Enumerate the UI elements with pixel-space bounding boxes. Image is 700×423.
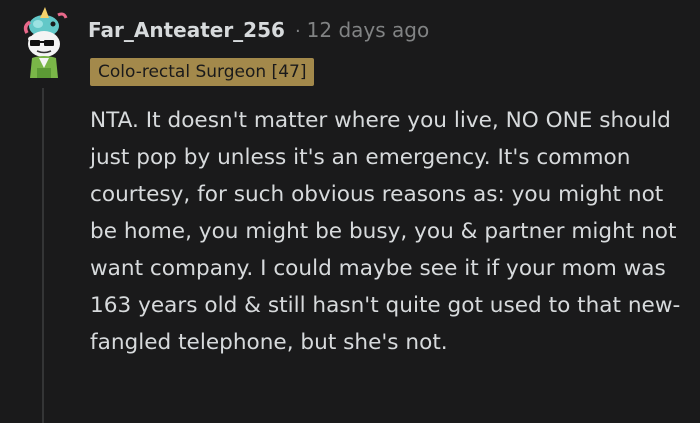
comment-meta: Far_Anteater_256 · 12 days ago (88, 18, 429, 42)
user-flair: Colo-rectal Surgeon [47] (90, 58, 315, 86)
author-username[interactable]: Far_Anteater_256 (88, 18, 285, 42)
snoo-avatar-icon (23, 7, 68, 78)
meta-separator: · (294, 21, 301, 42)
comment: Far_Anteater_256 · 12 days ago Colo-rect… (0, 0, 700, 423)
thread-collapse-line[interactable] (42, 88, 44, 423)
comment-timestamp[interactable]: 12 days ago (307, 18, 430, 42)
user-avatar[interactable] (14, 6, 74, 80)
comment-body: NTA. It doesn't matter where you live, N… (90, 108, 681, 355)
